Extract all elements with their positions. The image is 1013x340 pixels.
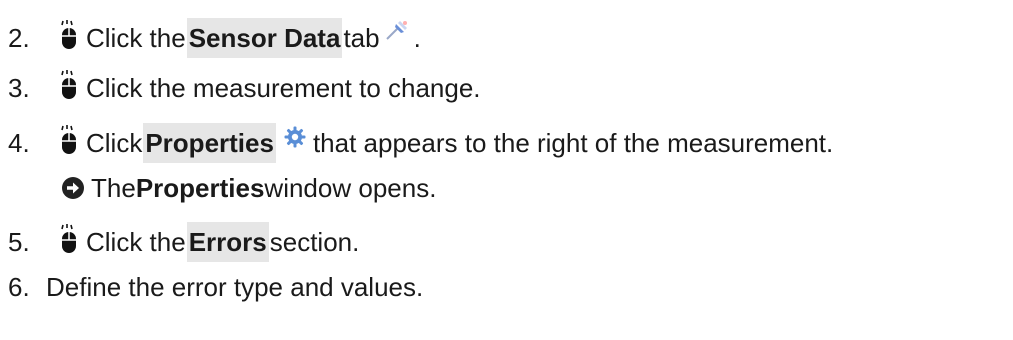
mouse-click-icon <box>61 125 76 154</box>
step-text-after: section. <box>269 227 360 257</box>
step-number: 2. <box>8 23 30 53</box>
arrow-right-circle-icon <box>62 177 84 199</box>
step-content: Click the Sensor Data tab . <box>58 18 421 58</box>
properties-window-label: Properties <box>135 173 265 203</box>
mouse-click-icon <box>61 20 76 49</box>
result-text-before: The <box>91 173 136 203</box>
sensor-data-label: Sensor Data <box>186 18 343 58</box>
step-number: 3. <box>8 73 30 103</box>
instruction-steps: 2. Click the Sensor Data tab . 3. Click … <box>0 0 1013 340</box>
gear-icon <box>284 126 306 148</box>
step-content: Click the measurement to change. <box>58 68 481 108</box>
step-text-before: Click the <box>86 23 186 53</box>
step-content: Click Properties that appears to the rig… <box>58 123 833 163</box>
step-content: Click the Errors section. <box>58 222 359 262</box>
step-text-after: tab <box>343 23 380 53</box>
mouse-click-icon <box>61 224 76 253</box>
step-text-after: that appears to the right of the measure… <box>312 128 834 158</box>
step-result-content: The Properties window opens. <box>61 168 436 208</box>
sensor-data-tab-icon <box>385 21 407 40</box>
step-text: Define the error type and values. <box>46 272 424 302</box>
properties-label: Properties <box>143 123 276 163</box>
step-text-before: Click <box>86 128 143 158</box>
errors-label: Errors <box>186 222 269 262</box>
step-text-end: . <box>413 23 421 53</box>
step-text: Click the measurement to change. <box>86 73 481 103</box>
mouse-click-icon <box>61 70 76 99</box>
step-number: 5. <box>8 227 30 257</box>
step-text-before: Click the <box>86 227 186 257</box>
step-content: Define the error type and values. <box>46 267 423 307</box>
result-text-after: window opens. <box>264 173 437 203</box>
step-number: 4. <box>8 128 30 158</box>
